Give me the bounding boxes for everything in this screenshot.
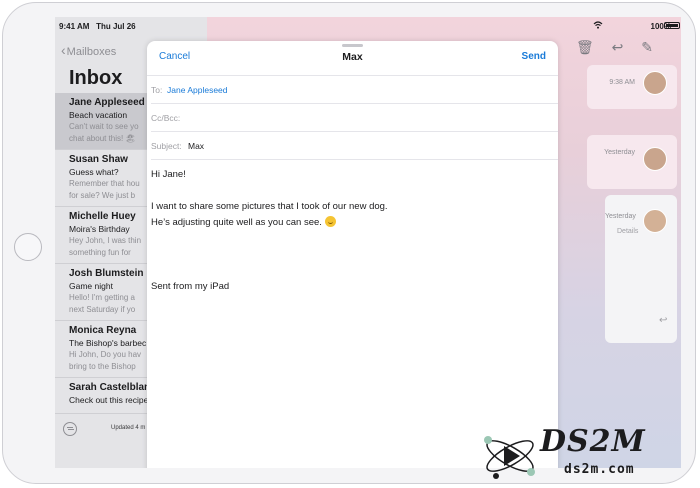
- to-recipient[interactable]: Jane Appleseed: [167, 85, 228, 95]
- thread-card[interactable]: Yesterday Details ↩: [605, 195, 677, 343]
- filter-icon[interactable]: [63, 422, 77, 436]
- back-button[interactable]: ‹Mailboxes: [61, 42, 116, 58]
- message-body[interactable]: Hi Jane! I want to share some pictures t…: [151, 167, 551, 295]
- trash-icon[interactable]: 🗑: [576, 39, 594, 55]
- details-link[interactable]: Details: [617, 228, 638, 235]
- watermark: DS2M ds2m.com: [476, 422, 696, 486]
- body-line: He’s adjusting quite well as you can see…: [151, 217, 322, 228]
- smiley-emoji-icon: [324, 216, 336, 227]
- reply-icon[interactable]: ↩: [612, 39, 624, 55]
- body-line: I want to share some pictures that I too…: [151, 201, 388, 212]
- cc-bcc-field[interactable]: Cc/Bcc:: [151, 104, 558, 132]
- wifi-icon: [593, 21, 603, 29]
- mail-preview: next Saturday if yo: [69, 305, 136, 314]
- cc-bcc-label: Cc/Bcc:: [151, 113, 181, 123]
- body-line-wrap: He’s adjusting quite well as you can see…: [151, 215, 551, 231]
- body-signature: Sent from my iPad: [151, 281, 230, 292]
- card-time: Yesterday: [605, 213, 636, 220]
- subject-label: Subject:: [151, 141, 182, 151]
- card-time: Yesterday: [604, 149, 635, 156]
- screen: 9:41 AM Thu Jul 26 100% ‹Mailboxes Inbox…: [55, 17, 681, 468]
- ipad-frame: 9:41 AM Thu Jul 26 100% ‹Mailboxes Inbox…: [2, 2, 696, 484]
- avatar: [643, 71, 667, 95]
- mail-preview: Can't wait to see yo: [69, 122, 139, 131]
- mail-preview: something fun for: [69, 248, 131, 257]
- reply-icon[interactable]: ↩: [659, 315, 667, 326]
- battery-icon: [664, 22, 680, 29]
- avatar: [643, 209, 667, 233]
- mail-preview: Hi John, Do you hav: [69, 350, 142, 359]
- body-greeting: Hi Jane!: [151, 169, 186, 180]
- compose-header: Cancel Max Send: [147, 41, 558, 76]
- page-title: Inbox: [69, 67, 123, 89]
- chevron-left-icon: ‹: [61, 42, 66, 58]
- update-status: Updated 4 m: [111, 425, 146, 431]
- compose-icon[interactable]: ✎: [641, 39, 653, 55]
- watermark-brand: DS2M: [540, 424, 646, 459]
- subject-value[interactable]: Max: [188, 141, 204, 151]
- compose-title: Max: [342, 51, 363, 63]
- to-label: To:: [151, 85, 163, 95]
- battery-percent: 100%: [651, 22, 680, 31]
- watermark-url: ds2m.com: [564, 462, 635, 477]
- detail-toolbar: 🗑 ↩ ✎: [562, 39, 653, 56]
- mail-preview: Remember that hou: [69, 179, 140, 188]
- send-button[interactable]: Send: [522, 51, 546, 62]
- avatar: [643, 147, 667, 171]
- compose-sheet: Cancel Max Send To: Jane Appleseed Cc/Bc…: [147, 41, 558, 468]
- mail-preview: bring to the Bishop: [69, 362, 136, 371]
- home-button[interactable]: [14, 233, 42, 261]
- mail-preview: Hey John, I was thin: [69, 236, 142, 245]
- status-time: 9:41 AM Thu Jul 26: [59, 22, 136, 31]
- status-bar: 9:41 AM Thu Jul 26 100%: [55, 17, 681, 35]
- thread-card[interactable]: Yesterday: [587, 135, 677, 189]
- ds2m-logo-icon: [484, 436, 535, 479]
- to-field[interactable]: To: Jane Appleseed: [151, 76, 558, 104]
- mail-preview: for sale? We just b: [69, 191, 136, 200]
- subject-field[interactable]: Subject: Max: [151, 132, 558, 160]
- card-time: 9:38 AM: [609, 79, 635, 86]
- mail-preview: chat about this! 🏖: [69, 134, 136, 143]
- thread-card[interactable]: 9:38 AM: [587, 65, 677, 109]
- mail-preview: Hello! I'm getting a: [69, 293, 136, 302]
